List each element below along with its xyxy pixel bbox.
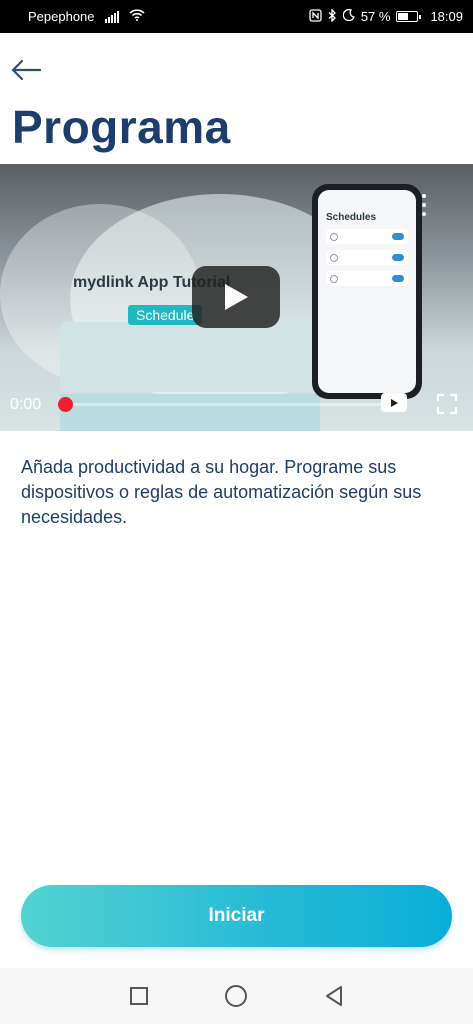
video-player[interactable]: mydlink App Tutorial Schedule Schedules …	[0, 164, 473, 431]
home-circle-icon[interactable]	[221, 981, 251, 1011]
bluetooth-icon	[328, 7, 337, 25]
carrier-label: Pepephone	[28, 9, 95, 24]
battery-percent: 57 %	[360, 9, 391, 24]
more-vert-icon[interactable]	[420, 194, 428, 216]
fullscreen-icon[interactable]	[436, 393, 458, 415]
schedule-row	[326, 250, 408, 265]
wifi-icon	[128, 9, 145, 24]
schedule-row	[326, 271, 408, 286]
schedule-row	[326, 229, 408, 244]
battery-icon	[396, 11, 422, 22]
video-phone-mockup: Schedules	[312, 184, 422, 399]
system-nav-bar	[0, 968, 473, 1024]
description-text: Añada productividad a su hogar. Programe…	[21, 457, 422, 527]
play-button[interactable]	[192, 266, 280, 328]
video-progress-track[interactable]	[64, 403, 404, 406]
video-scene-sofa	[60, 322, 320, 392]
clock-time: 18:09	[430, 9, 463, 24]
moon-icon	[342, 8, 355, 24]
phone-screen-title: Schedules	[326, 212, 377, 223]
back-triangle-icon[interactable]	[319, 981, 349, 1011]
battery-fill	[398, 13, 409, 20]
arrow-left-icon	[11, 59, 42, 81]
start-button[interactable]: Iniciar	[21, 885, 452, 947]
video-scene-floor	[60, 394, 320, 431]
youtube-icon[interactable]	[381, 393, 407, 412]
back-button[interactable]	[8, 52, 44, 88]
play-icon	[225, 284, 248, 310]
nfc-icon	[309, 8, 322, 25]
recents-square-icon[interactable]	[124, 981, 154, 1011]
page-title: Programa	[12, 101, 231, 153]
status-bar: Pepephone 57 % 18:09	[0, 0, 473, 33]
video-current-time: 0:00	[10, 396, 42, 413]
signal-icon	[104, 10, 119, 23]
video-progress-knob[interactable]	[58, 397, 73, 412]
